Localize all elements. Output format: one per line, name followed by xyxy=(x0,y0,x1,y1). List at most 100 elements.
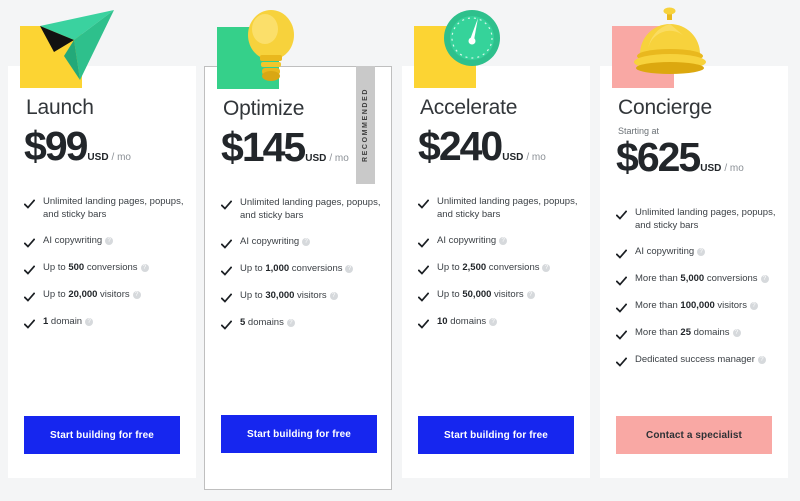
feature-label: Up to 1,000 conversions? xyxy=(240,262,354,275)
feature-label: AI copywriting? xyxy=(635,245,706,258)
recommended-badge: RECOMMENDED xyxy=(356,66,375,184)
check-icon xyxy=(615,208,628,220)
check-icon xyxy=(220,237,233,249)
feature-item: AI copywriting? xyxy=(23,234,186,248)
feature-label: Unlimited landing pages, popups, and sti… xyxy=(43,196,184,220)
feature-item: Unlimited landing pages, popups, and sti… xyxy=(220,196,381,222)
info-tooltip-icon[interactable]: ? xyxy=(526,291,535,299)
feature-list: Unlimited landing pages, popups, and sti… xyxy=(402,167,590,329)
plan-card-concierge[interactable]: Concierge Starting at $625 USD / mo Unli… xyxy=(600,7,788,478)
recommended-badge-label: RECOMMENDED xyxy=(362,88,369,162)
check-icon xyxy=(23,236,36,248)
plan-price: $625 USD / mo xyxy=(600,136,788,178)
check-icon xyxy=(615,301,628,313)
feature-item: Up to 2,500 conversions? xyxy=(417,261,580,275)
price-period: / mo xyxy=(329,153,349,164)
feature-label: 1 domain? xyxy=(43,315,94,328)
feature-item: More than 5,000 conversions? xyxy=(615,272,778,286)
feature-label: Up to 50,000 visitors? xyxy=(437,288,535,301)
price-period: / mo xyxy=(111,152,131,163)
check-icon xyxy=(23,197,36,209)
feature-label: Up to 30,000 visitors? xyxy=(240,289,338,302)
price-currency: USD xyxy=(700,163,722,174)
feature-item: AI copywriting? xyxy=(417,234,580,248)
plan-card-accelerate[interactable]: Accelerate $240 USD / mo Unlimited landi… xyxy=(402,10,590,478)
feature-label: Unlimited landing pages, popups, and sti… xyxy=(240,197,381,221)
info-tooltip-icon[interactable]: ? xyxy=(732,329,741,337)
feature-label: More than 5,000 conversions? xyxy=(635,272,769,285)
feature-item: Unlimited landing pages, popups, and sti… xyxy=(615,206,778,232)
check-icon xyxy=(220,198,233,210)
price-currency: USD xyxy=(305,153,327,164)
price-period: / mo xyxy=(724,163,744,174)
info-tooltip-icon[interactable]: ? xyxy=(105,237,114,245)
feature-item: More than 100,000 visitors? xyxy=(615,299,778,313)
plan-card-launch[interactable]: Launch $99 USD / mo Unlimited landing pa… xyxy=(8,10,196,478)
info-tooltip-icon[interactable]: ? xyxy=(302,238,311,246)
price-amount: $145 xyxy=(221,124,306,170)
plan-card-optimize[interactable]: RECOMMENDED Optimize $145 USD / mo Unlim… xyxy=(204,10,392,490)
price-currency: USD xyxy=(502,152,524,163)
check-icon xyxy=(23,290,36,302)
plan-price: $99 USD / mo xyxy=(8,120,196,167)
feature-list: Unlimited landing pages, popups, and sti… xyxy=(8,167,196,329)
feature-label: AI copywriting? xyxy=(43,234,114,247)
info-tooltip-icon[interactable]: ? xyxy=(345,265,354,273)
plan-price: $240 USD / mo xyxy=(402,120,590,167)
info-tooltip-icon[interactable]: ? xyxy=(697,248,706,256)
feature-item: Up to 50,000 visitors? xyxy=(417,288,580,302)
info-tooltip-icon[interactable]: ? xyxy=(286,319,295,327)
feature-label: AI copywriting? xyxy=(240,235,311,248)
info-tooltip-icon[interactable]: ? xyxy=(489,318,498,326)
info-tooltip-icon[interactable]: ? xyxy=(760,275,769,283)
check-icon xyxy=(417,197,430,209)
check-icon xyxy=(417,317,430,329)
check-icon xyxy=(23,263,36,275)
feature-item: AI copywriting? xyxy=(615,245,778,259)
check-icon xyxy=(615,274,628,286)
feature-label: Up to 20,000 visitors? xyxy=(43,288,141,301)
feature-item: 1 domain? xyxy=(23,315,186,329)
info-tooltip-icon[interactable]: ? xyxy=(329,292,338,300)
check-icon xyxy=(615,247,628,259)
cta-button[interactable]: Contact a specialist xyxy=(616,416,772,454)
feature-item: Up to 20,000 visitors? xyxy=(23,288,186,302)
feature-label: Dedicated success manager? xyxy=(635,353,766,366)
check-icon xyxy=(417,236,430,248)
info-tooltip-icon[interactable]: ? xyxy=(85,318,94,326)
feature-item: 10 domains? xyxy=(417,315,580,329)
feature-item: More than 25 domains? xyxy=(615,326,778,340)
info-tooltip-icon[interactable]: ? xyxy=(140,264,149,272)
info-tooltip-icon[interactable]: ? xyxy=(499,237,508,245)
cta-button[interactable]: Start building for free xyxy=(221,415,377,453)
pricing-plans-row: Launch $99 USD / mo Unlimited landing pa… xyxy=(0,0,800,501)
info-tooltip-icon[interactable]: ? xyxy=(132,291,141,299)
check-icon xyxy=(23,317,36,329)
feature-item: Unlimited landing pages, popups, and sti… xyxy=(417,195,580,221)
check-icon xyxy=(220,264,233,276)
info-tooltip-icon[interactable]: ? xyxy=(757,356,766,364)
feature-label: More than 25 domains? xyxy=(635,326,741,339)
info-tooltip-icon[interactable]: ? xyxy=(542,264,551,272)
feature-list: Unlimited landing pages, popups, and sti… xyxy=(600,178,788,367)
feature-list: Unlimited landing pages, popups, and sti… xyxy=(205,168,391,330)
check-icon xyxy=(417,290,430,302)
feature-item: Dedicated success manager? xyxy=(615,353,778,367)
check-icon xyxy=(417,263,430,275)
plan-name: Concierge xyxy=(618,96,712,119)
plan-name: Launch xyxy=(26,96,94,119)
price-currency: USD xyxy=(87,152,109,163)
info-tooltip-icon[interactable]: ? xyxy=(749,302,758,310)
cta-button[interactable]: Start building for free xyxy=(24,416,180,454)
price-amount: $240 xyxy=(418,123,503,169)
cta-button[interactable]: Start building for free xyxy=(418,416,574,454)
price-amount: $625 xyxy=(616,134,701,180)
price-period: / mo xyxy=(526,152,546,163)
feature-item: Up to 500 conversions? xyxy=(23,261,186,275)
feature-label: 5 domains? xyxy=(240,316,295,329)
price-amount: $99 xyxy=(24,123,88,169)
feature-label: AI copywriting? xyxy=(437,234,508,247)
plan-name: Accelerate xyxy=(420,96,518,119)
check-icon xyxy=(220,291,233,303)
feature-item: AI copywriting? xyxy=(220,235,381,249)
